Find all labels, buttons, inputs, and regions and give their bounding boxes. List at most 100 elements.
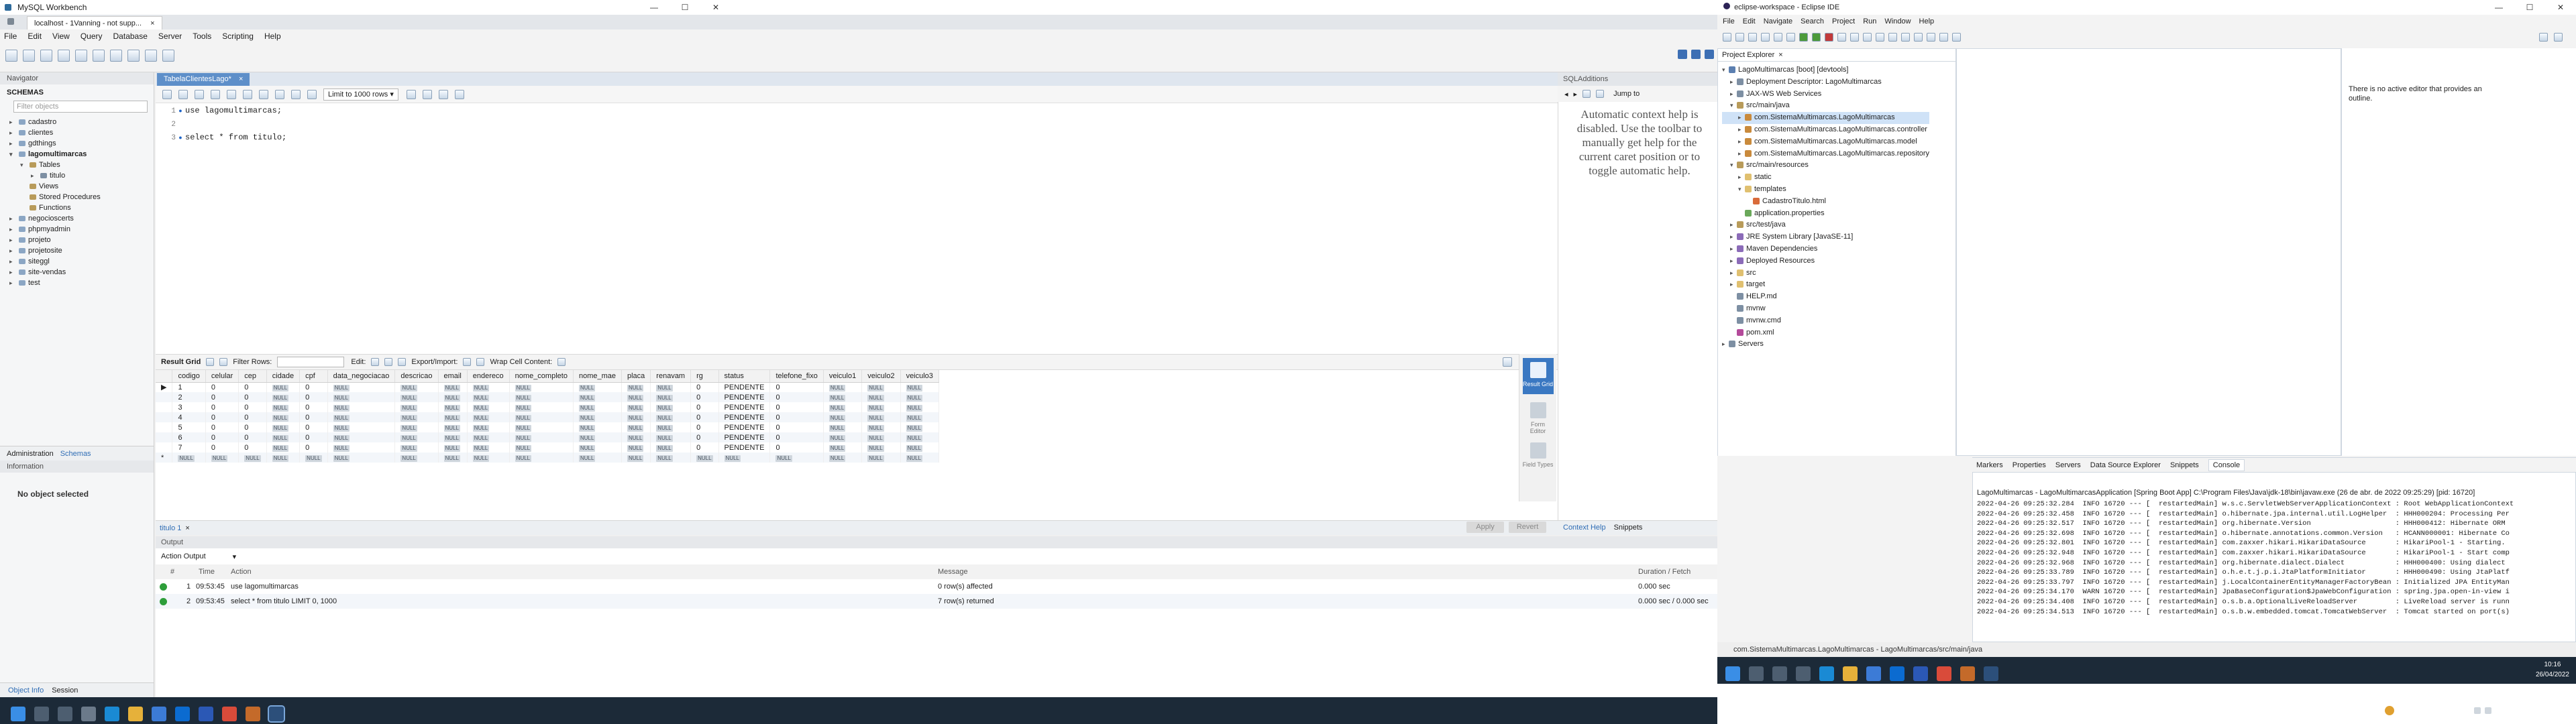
schema-item-lagomultimarcas[interactable]: ▾ lagomultimarcas [9, 149, 154, 160]
create-function-icon[interactable] [127, 50, 140, 62]
table-row[interactable]: 5 0 0 NULL 0 NULL NULL NULL NULL NULL NULL NULL NULL… [156, 422, 939, 432]
cell-empty[interactable]: NULL [327, 452, 396, 463]
row-marker[interactable] [156, 402, 173, 412]
back-icon[interactable]: ◂ [1564, 90, 1568, 99]
cell-rg[interactable]: 0 [690, 412, 719, 422]
cell-endereco[interactable]: NULL [467, 442, 510, 452]
cell-empty[interactable]: NULL [621, 452, 651, 463]
cell-empty[interactable]: NULL [467, 452, 510, 463]
cell-celular[interactable]: 0 [205, 432, 239, 442]
tab-session[interactable]: Session [52, 686, 78, 695]
project-tree-item[interactable]: ▸ Servers [1722, 339, 1929, 351]
cell-cpf[interactable]: 0 [299, 392, 328, 402]
find-icon[interactable] [422, 89, 432, 99]
connection-tab[interactable]: localhost - 1Vanning - not supp... × [27, 16, 162, 29]
save-icon[interactable] [1735, 33, 1744, 42]
cell-cpf[interactable]: 0 [299, 412, 328, 422]
cell-veiculo3[interactable]: NULL [900, 432, 939, 442]
toggle-navigator-icon[interactable] [1678, 50, 1687, 59]
column-header-telefone_fixo[interactable]: telefone_fixo [769, 370, 824, 383]
cell-empty[interactable]: NULL [509, 452, 574, 463]
cell-status[interactable]: PENDENTE [718, 432, 771, 442]
column-header-email[interactable]: email [438, 370, 468, 383]
open-type-icon[interactable] [1888, 33, 1897, 42]
maximize-icon[interactable]: ☐ [2514, 0, 2545, 15]
word-icon[interactable] [199, 706, 213, 721]
cell-nome_completo[interactable]: NULL [509, 422, 574, 432]
toggle-sidebar-icon[interactable] [1705, 50, 1714, 59]
menu-edit[interactable]: Edit [28, 32, 42, 41]
minimize-icon[interactable]: — [639, 0, 669, 15]
row-marker[interactable] [156, 442, 173, 452]
cell-descricao[interactable]: NULL [394, 382, 439, 392]
back-icon[interactable] [1939, 33, 1948, 42]
column-header-veiculo2[interactable]: veiculo2 [861, 370, 901, 383]
chevron-right-icon[interactable]: ▸ [1738, 136, 1745, 148]
cell-empty[interactable]: NULL [438, 452, 468, 463]
chevron-right-icon[interactable]: ▸ [1730, 88, 1737, 101]
project-tree-item[interactable]: mvnw [1722, 303, 1929, 315]
cell-data_negociacao[interactable]: NULL [327, 402, 396, 412]
field-types-button[interactable]: Field Types [1523, 438, 1554, 475]
cell-rg[interactable]: 0 [690, 442, 719, 452]
column-header-cep[interactable]: cep [238, 370, 267, 383]
tab-project-explorer[interactable]: Project Explorer [1722, 49, 1774, 61]
menu-project[interactable]: Project [1832, 17, 1855, 25]
cell-renavam[interactable]: NULL [650, 412, 692, 422]
stop-icon[interactable] [243, 89, 252, 99]
cell-status[interactable]: PENDENTE [718, 442, 771, 452]
cell-email[interactable]: NULL [438, 382, 468, 392]
menu-server[interactable]: Server [158, 32, 182, 41]
cell-endereco[interactable]: NULL [467, 422, 510, 432]
chevron-down-icon[interactable]: ▾ [1730, 160, 1737, 172]
cell-veiculo3[interactable]: NULL [900, 402, 939, 412]
import-icon[interactable] [476, 358, 485, 366]
cell-endereco[interactable]: NULL [467, 402, 510, 412]
tab-object-info[interactable]: Object Info [8, 686, 44, 695]
close-icon[interactable]: ✕ [700, 0, 731, 15]
cell-veiculo3[interactable]: NULL [900, 442, 939, 452]
cell-descricao[interactable]: NULL [394, 412, 439, 422]
chrome-icon[interactable] [222, 706, 237, 721]
cell-renavam[interactable]: NULL [650, 422, 692, 432]
cell-telefone_fixo[interactable]: 0 [769, 382, 824, 392]
toggle-error-icon[interactable] [259, 89, 268, 99]
cell-celular[interactable]: 0 [205, 442, 239, 452]
cell-cpf[interactable]: 0 [299, 442, 328, 452]
cell-endereco[interactable]: NULL [467, 392, 510, 402]
cell-renavam[interactable]: NULL [650, 442, 692, 452]
cell-veiculo2[interactable]: NULL [861, 442, 901, 452]
tab-snippets[interactable]: Snippets [1614, 524, 1643, 532]
project-tree-item[interactable]: ▾ templates [1722, 184, 1929, 196]
project-tree-item[interactable]: ▸ com.SistemaMultimarcas.LagoMultimarcas [1722, 112, 1930, 124]
tab-servers[interactable]: Servers [2055, 461, 2081, 469]
wrap-cell-icon[interactable] [557, 358, 566, 366]
task-view-icon[interactable] [1796, 666, 1811, 681]
cell-placa[interactable]: NULL [621, 382, 651, 392]
cell-celular[interactable]: 0 [205, 382, 239, 392]
cell-status[interactable]: PENDENTE [718, 402, 771, 412]
cell-email[interactable]: NULL [438, 422, 468, 432]
manual-help-icon[interactable] [1596, 90, 1605, 98]
cell-empty[interactable]: NULL [823, 452, 863, 463]
cell-nome_mae[interactable]: NULL [573, 402, 623, 412]
start-icon[interactable] [1725, 666, 1740, 681]
cell-veiculo2[interactable]: NULL [861, 412, 901, 422]
column-header-renavam[interactable]: renavam [650, 370, 692, 383]
relaunch-icon[interactable] [1837, 33, 1846, 42]
chevron-right-icon[interactable]: ▸ [1730, 76, 1737, 88]
delete-row-icon[interactable] [398, 358, 407, 366]
cell-empty[interactable]: NULL [299, 452, 328, 463]
output-row[interactable]: 2 09:53:45 select * from titulo LIMIT 0,… [156, 594, 1717, 609]
cell-telefone_fixo[interactable]: 0 [769, 402, 824, 412]
editor-tab[interactable]: TabelaClientesLago* × [157, 73, 250, 86]
cell-placa[interactable]: NULL [621, 412, 651, 422]
chevron-right-icon[interactable]: ▸ [1730, 279, 1737, 291]
cell-telefone_fixo[interactable]: 0 [769, 422, 824, 432]
commit-icon[interactable] [275, 89, 284, 99]
cell-cpf[interactable]: 0 [299, 432, 328, 442]
cell-nome_mae[interactable]: NULL [573, 432, 623, 442]
cell-nome_completo[interactable]: NULL [509, 442, 574, 452]
close-tab-icon[interactable]: × [150, 19, 154, 27]
cell-nome_mae[interactable]: NULL [573, 422, 623, 432]
